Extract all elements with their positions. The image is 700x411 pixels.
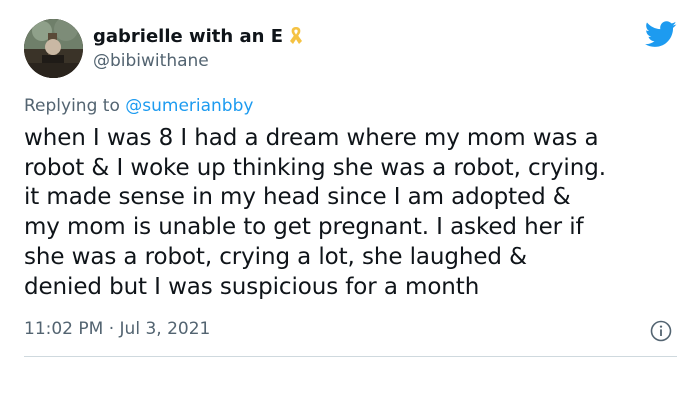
tweet-text-line: denied but I was suspicious for a month xyxy=(24,273,480,300)
avatar[interactable] xyxy=(24,19,83,78)
twitter-bird-icon[interactable] xyxy=(644,21,677,48)
author-name-row[interactable]: gabrielle with an E xyxy=(93,24,305,48)
tweet-text-line: my mom is unable to get pregnant. I aske… xyxy=(24,214,584,241)
tweet-card: gabrielle with an E @bibiwithane Replyin… xyxy=(0,0,700,411)
replying-to-mention[interactable]: @sumerianbby xyxy=(125,96,253,116)
author-handle[interactable]: @bibiwithane xyxy=(93,51,209,71)
author-display-name[interactable]: gabrielle with an E xyxy=(93,26,283,47)
replying-to-label: Replying to xyxy=(24,96,120,116)
tweet-text-line: it made sense in my head since I am adop… xyxy=(24,184,571,211)
info-icon[interactable] xyxy=(650,320,672,342)
tweet-timestamp[interactable]: 11:02 PM · Jul 3, 2021 xyxy=(24,319,210,339)
tweet-text-line: she was a robot, crying a lot, she laugh… xyxy=(24,243,527,270)
replying-to: Replying to @sumerianbby xyxy=(24,96,253,116)
tweet-text-line: robot & I woke up thinking she was a rob… xyxy=(24,154,606,181)
tweet-text-line: when I was 8 I had a dream where my mom … xyxy=(24,125,599,151)
divider xyxy=(24,356,677,357)
awareness-ribbon-icon xyxy=(287,25,305,47)
tweet-text: when I was 8 I had a dream where my mom … xyxy=(24,124,684,302)
